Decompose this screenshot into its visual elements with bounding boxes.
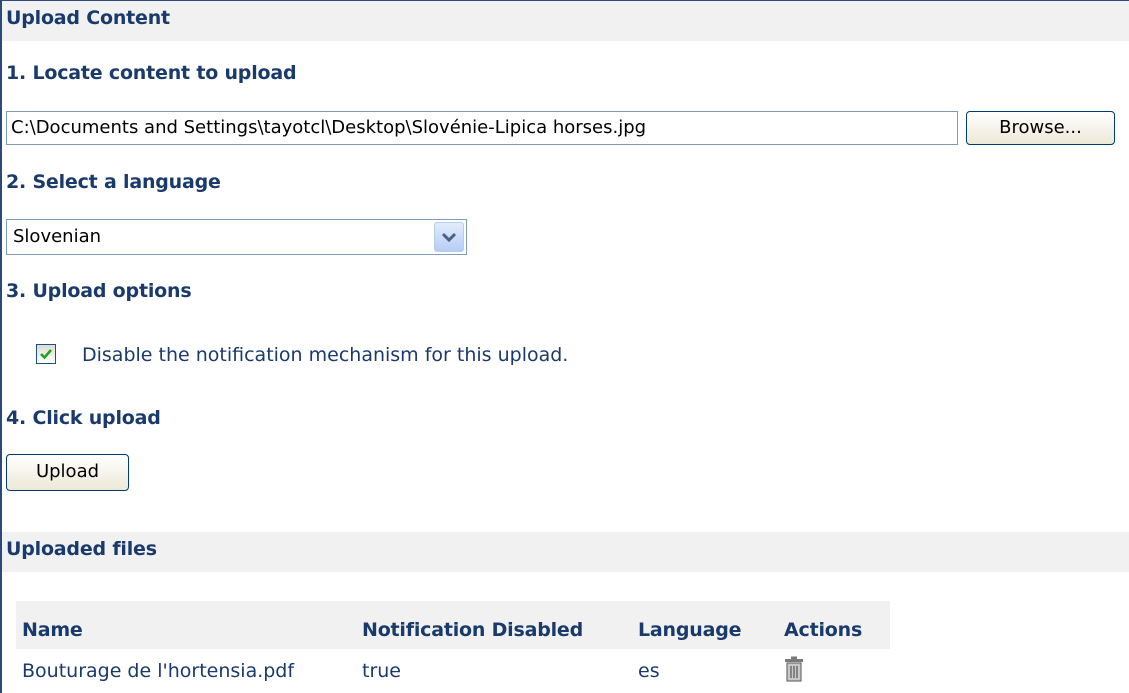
language-select-value: Slovenian [13, 226, 102, 247]
step-2-title: 2. Select a language [6, 171, 221, 193]
disable-notification-checkbox[interactable] [36, 344, 56, 364]
upload-content-header: Upload Content [2, 1, 1129, 41]
column-header-actions: Actions [784, 619, 863, 641]
column-header-language: Language [638, 619, 742, 641]
step-1-title: 1. Locate content to upload [6, 62, 297, 84]
file-name-link[interactable]: Bouturage de l'hortensia.pdf [16, 649, 356, 693]
table-header-row: Name Notification Disabled Language Acti… [16, 601, 890, 649]
dropdown-arrow-button[interactable] [434, 222, 464, 252]
step-3-title: 3. Upload options [6, 280, 192, 302]
upload-button[interactable]: Upload [6, 454, 129, 491]
upload-content-title: Upload Content [6, 7, 170, 29]
column-header-notification-disabled: Notification Disabled [362, 619, 584, 641]
step-4-title: 4. Click upload [6, 407, 161, 429]
uploaded-files-header: Uploaded files [2, 532, 1129, 572]
language-select[interactable]: Slovenian [6, 219, 467, 255]
actions-cell [778, 649, 890, 693]
file-path-input[interactable]: C:\Documents and Settings\tayotcl\Deskto… [6, 111, 958, 145]
trash-icon[interactable] [784, 656, 804, 687]
column-header-name: Name [22, 619, 83, 641]
uploaded-files-title: Uploaded files [6, 538, 157, 560]
chevron-down-icon [442, 232, 456, 242]
checkmark-icon [40, 349, 52, 360]
uploaded-files-table: Name Notification Disabled Language Acti… [16, 601, 890, 693]
disable-notification-label[interactable]: Disable the notification mechanism for t… [82, 340, 568, 370]
browse-button[interactable]: Browse... [966, 111, 1115, 145]
language-cell: es [632, 649, 778, 693]
table-row: Bouturage de l'hortensia.pdf true es [16, 649, 890, 693]
notification-disabled-cell: true [356, 649, 632, 693]
